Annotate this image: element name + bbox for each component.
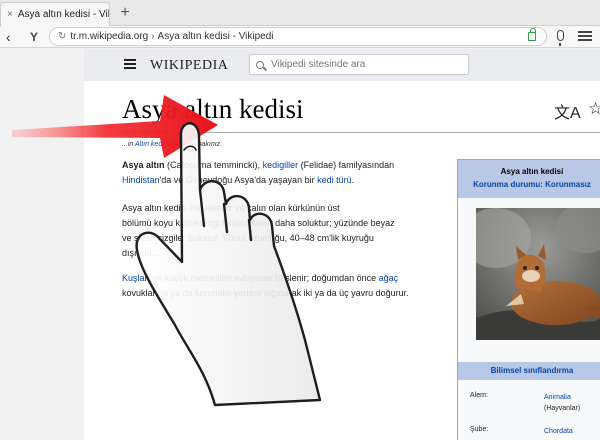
- wikipedia-search-input[interactable]: Vikipedi sitesinde ara: [249, 54, 469, 75]
- text-line: bölümü koyu kahverengi tonlarındadır dah…: [122, 218, 395, 228]
- text: ve küçük memelileri avlayarak beslenir; …: [150, 273, 379, 283]
- wikipedia-logo[interactable]: WIKIPEDIA: [150, 58, 228, 74]
- browser-toolbar: ‹ Y ↻ tr.m.wikipedia.org › Asya altın ke…: [0, 26, 600, 48]
- reload-icon[interactable]: ↻: [58, 31, 66, 42]
- wikipedia-page: WIKIPEDIA Vikipedi sitesinde ara Asya al…: [84, 49, 600, 440]
- search-placeholder: Vikipedi sitesinde ara: [271, 59, 366, 70]
- paragraph-intro: Asya altın (Catopuma temmincki), kedigil…: [122, 158, 437, 188]
- address-bar[interactable]: ↻ tr.m.wikipedia.org › Asya altın kedisi…: [49, 27, 547, 46]
- link-kedi-turu[interactable]: kedi türü: [317, 175, 352, 185]
- infobox: Asya altın kedisi Korunma durumu: Korunm…: [457, 159, 600, 440]
- taxonomy-value: Chordata: [544, 426, 600, 437]
- infobox-header: Asya altın kedisi Korunma durumu: Korunm…: [458, 160, 600, 198]
- text: 'da ve Güneydoğu Asya'da yaşayan bir: [159, 175, 318, 185]
- new-tab-button[interactable]: +: [117, 4, 133, 22]
- lock-icon: [528, 28, 536, 41]
- link-kuslari[interactable]: Kuşları: [122, 273, 150, 283]
- hatnote-suffix: sayfasına bakınız.: [163, 141, 223, 148]
- wikipedia-header: WIKIPEDIA Vikipedi sitesinde ara: [84, 49, 600, 81]
- tab-close-icon[interactable]: ×: [7, 9, 13, 20]
- url-domain: tr.m.wikipedia.org: [70, 31, 149, 42]
- link-kedigiller[interactable]: kedigiller: [263, 160, 299, 170]
- search-icon: [256, 60, 264, 69]
- paragraph-behavior: Kuşları ve küçük memelileri avlayarak be…: [122, 271, 437, 301]
- taxonomy-key: Şube:: [470, 426, 489, 433]
- url-page-title: Asya altın kedisi - Vikipedi: [157, 31, 274, 42]
- link-hindistan[interactable]: Hindistan: [122, 175, 160, 185]
- hatnote-prefix: ...in: [122, 141, 135, 148]
- link-animalia[interactable]: Animalia: [544, 392, 600, 403]
- menu-icon[interactable]: [578, 29, 592, 43]
- hatnote: ...in Altın kedi sayfasına bakınız.: [122, 141, 222, 148]
- infobox-title: Asya altın kedisi: [500, 167, 564, 176]
- text-line: Asya altın kedisi Hiç lekesiz ve kalın o…: [122, 203, 340, 213]
- browser-tab[interactable]: × Asya altın kedisi - Vikip: [0, 2, 110, 26]
- text: (Felidae) familyasından: [298, 160, 395, 170]
- hamburger-menu-icon[interactable]: [124, 59, 136, 69]
- cat-photo[interactable]: [476, 208, 600, 340]
- cat-photo-drawing: [476, 208, 600, 340]
- text: kovuklarına ya da korunaklı yerlere sığı…: [122, 288, 409, 298]
- lead-bold: Asya altın: [122, 160, 165, 170]
- taxonomy-key: Alem:: [470, 392, 488, 399]
- tab-title: Asya altın kedisi - Vikip: [17, 9, 109, 20]
- conservation-status-link[interactable]: Korunma durumu: Korunmasız: [458, 180, 600, 189]
- link-agac[interactable]: ağaç: [379, 273, 399, 283]
- watch-star-icon[interactable]: ☆: [588, 99, 600, 119]
- title-divider: [122, 132, 600, 133]
- classification-header[interactable]: Bilimsel sınıflandırma: [458, 362, 600, 380]
- text-line: dışında...: [122, 248, 160, 258]
- browser-logo-icon[interactable]: Y: [30, 29, 38, 45]
- link-chordata[interactable]: Chordata: [544, 426, 600, 437]
- page-title: Asya altın kedisi: [122, 94, 304, 124]
- url-separator: ›: [151, 31, 155, 42]
- text: .: [351, 175, 355, 185]
- text: (Catopuma temmincki),: [164, 160, 263, 170]
- taxonomy-note: (Hayvanlar): [544, 405, 581, 412]
- back-button[interactable]: ‹: [6, 28, 11, 46]
- microphone-icon[interactable]: [557, 30, 564, 46]
- language-icon[interactable]: 文A: [554, 99, 581, 123]
- text-line: ve siyah çizgiler bulunur. Vücut uzunluğ…: [122, 233, 374, 243]
- paragraph-description: Asya altın kedisi Hiç lekesiz ve kalın o…: [122, 201, 437, 261]
- taxonomy-value: Animalia (Hayvanlar): [544, 392, 600, 414]
- tab-bar: × Asya altın kedisi - Vikip +: [0, 0, 600, 26]
- hatnote-link[interactable]: Altın kedi: [135, 141, 164, 148]
